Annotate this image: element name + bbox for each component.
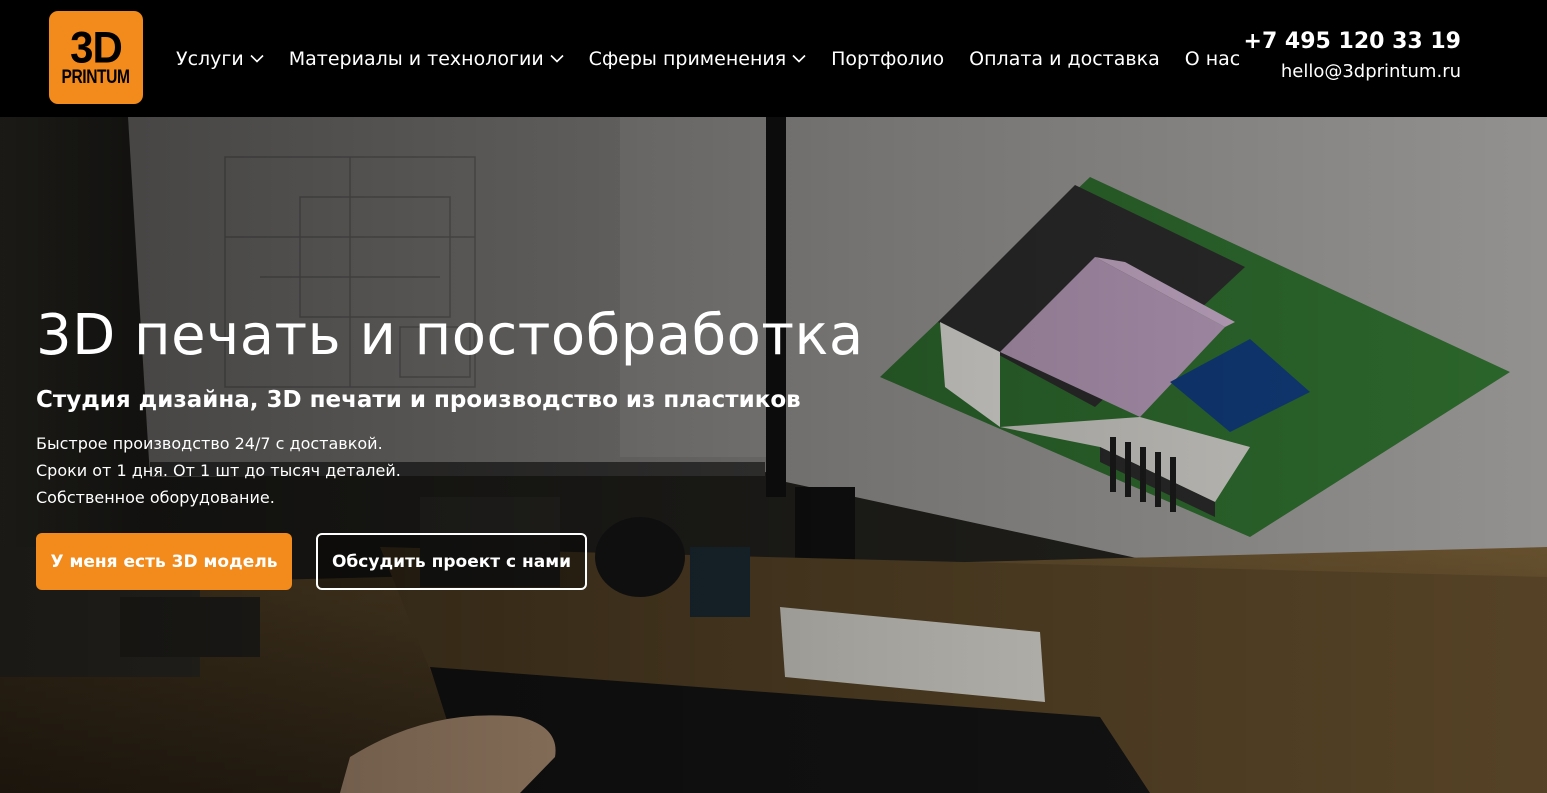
chevron-down-icon <box>250 54 264 63</box>
discuss-project-button[interactable]: Обсудить проект с нами <box>316 533 587 590</box>
nav-item-label: Портфолио <box>831 47 945 70</box>
have-3d-model-button[interactable]: У меня есть 3D модель <box>36 533 292 590</box>
page: 3D PRINTUM Услуги Материалы и технологии… <box>0 0 1547 793</box>
nav-item-label: О нас <box>1184 47 1241 70</box>
logo[interactable]: 3D PRINTUM <box>49 11 143 104</box>
phone-link[interactable]: +7 495 120 33 19 <box>1244 27 1461 57</box>
nav-item-services[interactable]: Услуги <box>176 39 264 79</box>
nav-item-payment-delivery[interactable]: Оплата и доставка <box>969 39 1160 79</box>
hero-line: Быстрое производство 24/7 с доставкой. <box>36 434 383 453</box>
hero-description: Быстрое производство 24/7 с доставкой. С… <box>36 430 401 511</box>
nav-item-label: Услуги <box>176 47 244 70</box>
logo-line-1: 3D <box>70 22 123 72</box>
hero-line: Сроки от 1 дня. От 1 шт до тысяч деталей… <box>36 461 401 480</box>
hero-title: 3D печать и постобработка <box>36 303 864 368</box>
main-nav: Услуги Материалы и технологии Сферы прим… <box>176 0 1240 117</box>
site-header: 3D PRINTUM Услуги Материалы и технологии… <box>0 0 1547 117</box>
nav-item-applications[interactable]: Сферы применения <box>589 39 806 79</box>
hero-subtitle: Студия дизайна, 3D печати и производство… <box>36 387 801 413</box>
nav-item-label: Сферы применения <box>588 47 787 70</box>
chevron-down-icon <box>550 54 564 63</box>
hero-line: Собственное оборудование. <box>36 488 275 507</box>
hero-section: 3D печать и постобработка Студия дизайна… <box>0 117 1547 793</box>
nav-item-portfolio[interactable]: Портфолио <box>831 39 944 79</box>
logo-line-2: PRINTUM <box>61 66 131 88</box>
email-link[interactable]: hello@3dprintum.ru <box>1244 57 1461 87</box>
nav-item-label: Оплата и доставка <box>969 47 1160 70</box>
chevron-down-icon <box>792 54 806 63</box>
nav-item-label: Материалы и технологии <box>288 47 544 70</box>
nav-item-about[interactable]: О нас <box>1185 39 1241 79</box>
nav-item-materials[interactable]: Материалы и технологии <box>289 39 564 79</box>
header-contacts: +7 495 120 33 19 hello@3dprintum.ru <box>1244 27 1461 87</box>
